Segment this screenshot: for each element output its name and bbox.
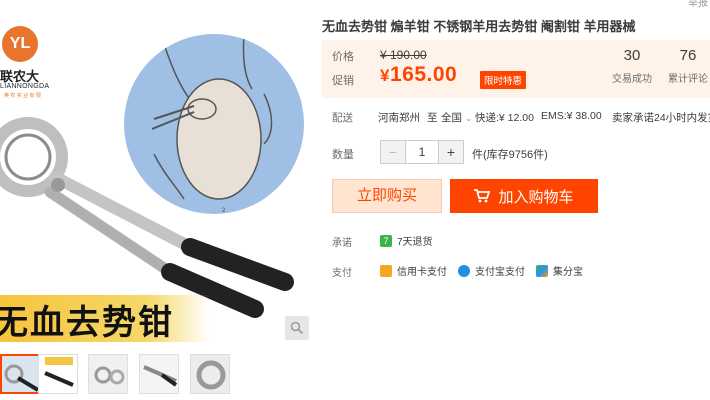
- promise-label: 承诺: [332, 238, 352, 249]
- return-policy-text: 7天退货: [397, 237, 433, 248]
- buy-now-button[interactable]: 立即购买: [332, 179, 442, 213]
- quantity-stepper: − 1 +: [380, 140, 464, 164]
- image-banner-text: 无血去势钳: [0, 304, 174, 342]
- logo-mark: YL: [2, 26, 38, 62]
- stat-transactions: 30 交易成功: [600, 47, 664, 85]
- increase-button[interactable]: +: [439, 141, 463, 163]
- pay-jifenbao-label: 集分宝: [553, 267, 583, 278]
- decrease-button[interactable]: −: [381, 141, 405, 163]
- seven-day-return-icon: 7: [380, 234, 392, 247]
- ship-promise: 卖家承诺24小时内发货: [612, 112, 710, 124]
- report-link[interactable]: 举报: [688, 0, 708, 9]
- limited-offer-badge: 限时特惠: [480, 71, 527, 89]
- ship-from: 河南郑州: [378, 112, 420, 124]
- zoom-button[interactable]: [285, 316, 309, 340]
- original-price: ¥ 190.00: [380, 48, 427, 62]
- payment-label: 支付: [332, 268, 352, 279]
- chevron-down-icon: ⌄: [464, 113, 473, 123]
- alipay-icon: [458, 264, 470, 277]
- stat-reviews-label: 累计评论: [668, 74, 708, 85]
- stat-reviews[interactable]: 76 累计评论: [656, 47, 710, 85]
- add-to-cart-button[interactable]: 加入购物车: [450, 179, 598, 213]
- stat-reviews-num: 76: [679, 47, 697, 64]
- pay-credit-card-label: 信用卡支付: [397, 267, 447, 278]
- cart-icon: [474, 189, 491, 203]
- pay-credit-card[interactable]: 信用卡支付: [380, 263, 447, 278]
- credit-card-icon: [380, 264, 392, 277]
- price-label: 价格: [332, 51, 354, 63]
- thumbnail-5[interactable]: [190, 354, 230, 394]
- pay-alipay-label: 支付宝支付: [475, 267, 525, 278]
- thumbnail-3[interactable]: [88, 354, 128, 394]
- magnifier-icon: [290, 321, 304, 335]
- stock-info: 件(库存9756件): [472, 149, 548, 161]
- express-fee: 快递:¥ 12.00: [475, 112, 534, 124]
- ship-destination: 全国: [441, 112, 462, 124]
- logo-english-name: LIANNONGDA: [0, 83, 50, 90]
- promo-label: 促销: [332, 75, 354, 87]
- logo-subtitle: 英 农 实 业 有 限: [4, 93, 41, 99]
- stat-transactions-num: 30: [623, 47, 641, 64]
- product-gallery: 2 YL 联农大 LIANNONGDA 英 农 实 业 有 限 无血去势钳: [0, 0, 310, 400]
- product-title: 无血去势钳 煽羊钳 不锈钢羊用去势钳 阉割钳 羊用器械: [322, 19, 636, 34]
- stat-transactions-label: 交易成功: [612, 74, 652, 85]
- shipping-label: 配送: [332, 112, 353, 124]
- pay-alipay[interactable]: 支付宝支付: [458, 263, 525, 278]
- return-policy[interactable]: 7 7天退货: [380, 233, 433, 248]
- promo-price: ¥165.00: [380, 63, 457, 87]
- main-product-image[interactable]: 2 YL 联农大 LIANNONGDA 英 农 实 业 有 限 无血去势钳: [0, 12, 310, 342]
- promo-price-value: 165.00: [389, 63, 458, 86]
- ems-fee: EMS:¥ 38.00: [541, 110, 602, 122]
- currency-symbol: ¥: [380, 66, 390, 85]
- ship-destination-select[interactable]: 全国 ⌄: [441, 110, 472, 125]
- quantity-label: 数量: [332, 149, 354, 161]
- ship-to-label: 至: [427, 112, 438, 124]
- brand-logo: YL 联农大 LIANNONGDA 英 农 实 业 有 限: [0, 22, 58, 100]
- product-info: 举报 无血去势钳 煽羊钳 不锈钢羊用去势钳 阉割钳 羊用器械 价格 ¥ 190.…: [322, 0, 710, 400]
- thumbnail-2[interactable]: [38, 354, 78, 394]
- thumbnail-4[interactable]: [139, 354, 179, 394]
- pay-jifenbao[interactable]: 集分宝: [536, 263, 583, 278]
- add-to-cart-label: 加入购物车: [498, 188, 574, 206]
- jifenbao-icon: [536, 264, 548, 277]
- thumbnail-1[interactable]: [0, 354, 40, 394]
- pliers-illustration: [0, 97, 310, 327]
- quantity-input[interactable]: 1: [405, 141, 439, 163]
